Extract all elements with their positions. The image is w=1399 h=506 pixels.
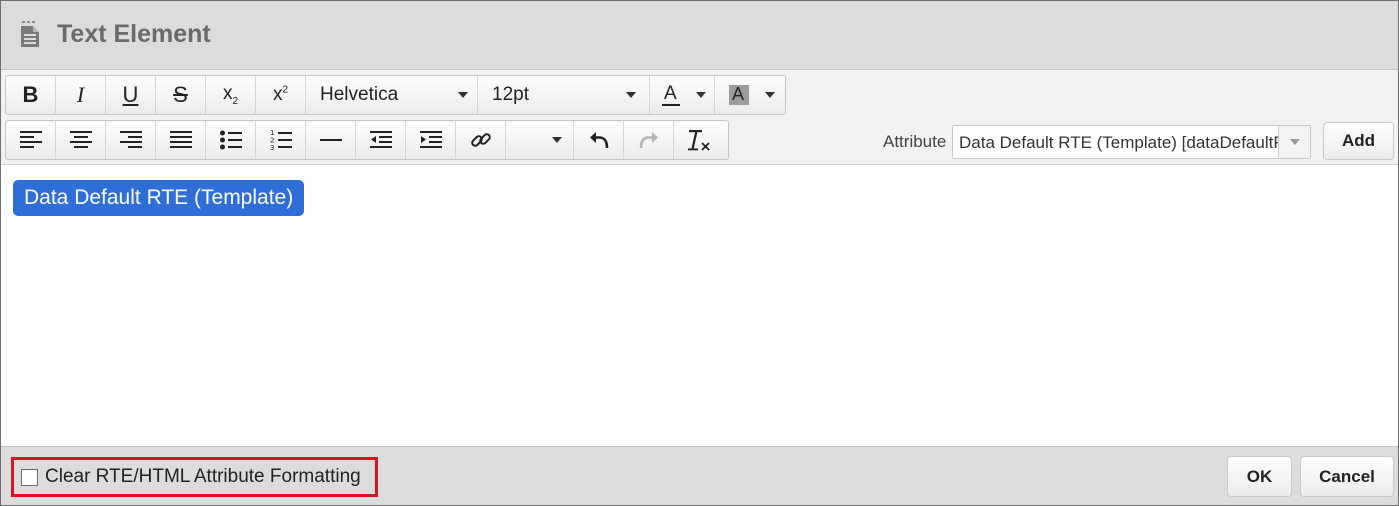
align-right-icon bbox=[119, 131, 142, 148]
superscript-mark: 2 bbox=[282, 84, 289, 96]
bold-icon: B bbox=[22, 82, 39, 107]
align-justify-icon bbox=[169, 131, 192, 148]
clear-formatting-option[interactable]: Clear RTE/HTML Attribute Formatting bbox=[11, 457, 378, 497]
toolbar-row-1: B I U S x2 x2 Helvetica 12pt A A bbox=[5, 75, 786, 115]
text-color-button[interactable]: A bbox=[650, 76, 715, 114]
attribute-select[interactable]: Data Default RTE (Template) [dataDefault… bbox=[952, 125, 1311, 159]
text-color-icon: A bbox=[664, 83, 677, 104]
align-left-button[interactable] bbox=[6, 121, 56, 159]
strikethrough-button[interactable]: S bbox=[156, 76, 206, 114]
redo-button[interactable] bbox=[624, 121, 674, 159]
align-center-button[interactable] bbox=[56, 121, 106, 159]
clear-formatting-label: Clear RTE/HTML Attribute Formatting bbox=[45, 466, 361, 487]
outdent-button[interactable] bbox=[356, 121, 406, 159]
dialog-footer: Clear RTE/HTML Attribute Formatting OK C… bbox=[1, 446, 1398, 505]
underline-button[interactable]: U bbox=[106, 76, 156, 114]
font-size-select[interactable]: 12pt bbox=[478, 76, 650, 114]
outdent-icon bbox=[369, 131, 392, 148]
anchor-dropdown[interactable] bbox=[506, 121, 574, 159]
background-color-button[interactable]: A bbox=[715, 76, 783, 114]
link-button[interactable] bbox=[456, 121, 506, 159]
text-element-dialog: Text Element B I U S x2 x2 Helvetica 12p… bbox=[0, 0, 1399, 506]
align-center-icon bbox=[69, 131, 92, 148]
italic-icon: I bbox=[76, 82, 85, 107]
align-justify-button[interactable] bbox=[156, 121, 206, 159]
document-icon bbox=[19, 19, 41, 49]
align-left-icon bbox=[19, 131, 42, 148]
redo-icon bbox=[639, 132, 658, 149]
cancel-button[interactable]: Cancel bbox=[1300, 456, 1394, 497]
align-right-button[interactable] bbox=[106, 121, 156, 159]
italic-button[interactable]: I bbox=[56, 76, 106, 114]
dialog-title: Text Element bbox=[57, 20, 211, 48]
attribute-select-value: Data Default RTE (Template) [dataDefault… bbox=[959, 133, 1279, 152]
subscript-icon: x2 bbox=[223, 83, 238, 107]
font-family-value: Helvetica bbox=[320, 84, 399, 105]
clear-formatting-icon bbox=[688, 130, 710, 151]
clear-formatting-checkbox[interactable] bbox=[21, 468, 38, 486]
numbered-list-icon: 123 bbox=[270, 129, 292, 151]
font-family-select[interactable]: Helvetica bbox=[306, 76, 478, 114]
attribute-label: Attribute bbox=[883, 132, 947, 151]
attribute-dropdown-button[interactable] bbox=[1278, 126, 1310, 158]
indent-icon bbox=[419, 131, 442, 148]
clear-formatting-button[interactable] bbox=[674, 121, 724, 159]
superscript-icon: x2 bbox=[273, 84, 288, 106]
subscript-mark: 2 bbox=[232, 95, 239, 107]
indent-button[interactable] bbox=[406, 121, 456, 159]
chevron-down-icon bbox=[458, 92, 468, 98]
dialog-titlebar: Text Element bbox=[1, 1, 1398, 70]
font-size-value: 12pt bbox=[492, 84, 529, 105]
bold-button[interactable]: B bbox=[6, 76, 56, 114]
bullet-list-button[interactable] bbox=[206, 121, 256, 159]
chevron-down-icon bbox=[696, 92, 706, 98]
strikethrough-icon: S bbox=[173, 82, 188, 107]
attribute-placeholder-chip[interactable]: Data Default RTE (Template) bbox=[13, 180, 305, 216]
editor-toolbar: B I U S x2 x2 Helvetica 12pt A A 1 2 3 A… bbox=[1, 70, 1398, 165]
bullet-list-icon bbox=[219, 130, 242, 150]
chevron-down-icon bbox=[552, 137, 562, 143]
underline-icon: U bbox=[122, 82, 139, 107]
subscript-button[interactable]: x2 bbox=[206, 76, 256, 114]
toolbar-row-2: 123 bbox=[5, 120, 729, 160]
add-attribute-button[interactable]: Add bbox=[1323, 122, 1394, 160]
link-icon bbox=[470, 133, 491, 147]
chevron-down-icon bbox=[626, 92, 636, 98]
horizontal-rule-icon bbox=[319, 139, 342, 141]
text-color-swatch bbox=[662, 104, 680, 106]
svg-text:3: 3 bbox=[270, 144, 274, 151]
horizontal-rule-button[interactable] bbox=[306, 121, 356, 159]
chevron-down-icon bbox=[765, 92, 775, 98]
background-color-icon: A bbox=[732, 84, 745, 104]
numbered-list-button[interactable]: 123 bbox=[256, 121, 306, 159]
superscript-button[interactable]: x2 bbox=[256, 76, 306, 114]
ok-button[interactable]: OK bbox=[1227, 456, 1292, 497]
undo-icon bbox=[589, 132, 608, 149]
undo-button[interactable] bbox=[574, 121, 624, 159]
rich-text-editor-area[interactable]: Data Default RTE (Template) bbox=[1, 165, 1398, 446]
chevron-down-icon bbox=[1290, 139, 1300, 145]
